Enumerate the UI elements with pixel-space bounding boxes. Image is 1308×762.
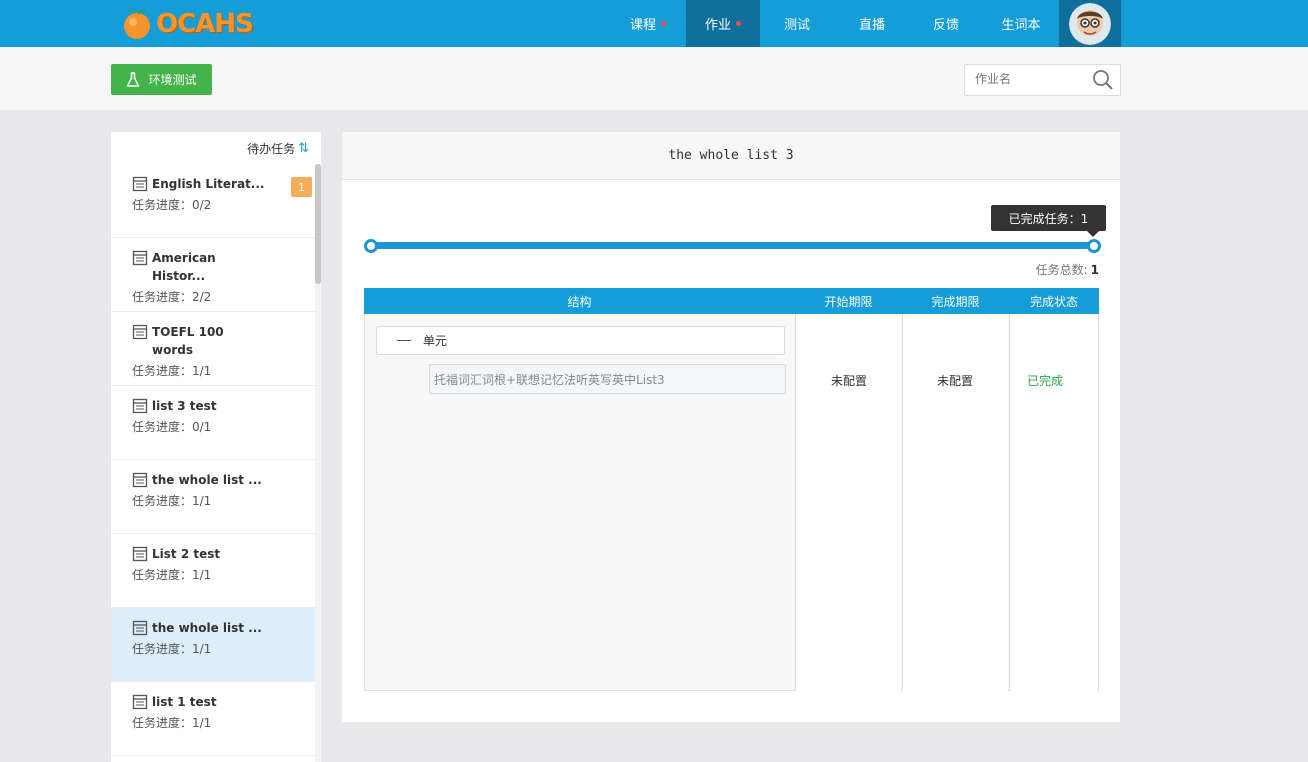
- task-progress: 任务进度：0/1: [132, 420, 212, 434]
- task-item[interactable]: List 2 test 任务进度：1/1: [111, 534, 315, 608]
- task-title: English Literat...: [152, 177, 265, 191]
- search-box: [964, 64, 1121, 96]
- homework-search-input[interactable]: [965, 65, 1085, 93]
- unit-label: 单元: [423, 334, 448, 348]
- nav-item-vocabulary[interactable]: 生词本: [984, 0, 1058, 47]
- lesson-label: 托福词汇词根+联想记忆法听英写英中List3: [434, 372, 665, 387]
- logo-text: OCAHS: [156, 9, 254, 39]
- completion-status-value: 已完成: [1027, 374, 1064, 388]
- task-title: list 1 test: [152, 695, 217, 709]
- nav-item-course[interactable]: 课程: [611, 0, 685, 47]
- document-icon: [132, 176, 148, 192]
- sort-icon: ⇅: [298, 141, 309, 156]
- total-task-label: 任务总数:: [1035, 263, 1088, 277]
- task-progress: 任务进度：0/2: [132, 198, 212, 212]
- task-progress: 任务进度：1/1: [132, 568, 212, 582]
- sidebar-scrollbar[interactable]: [315, 164, 321, 762]
- task-progress: 任务进度：1/1: [132, 716, 212, 730]
- nav-item-label: 课程: [629, 18, 656, 33]
- avatar[interactable]: [1069, 2, 1111, 45]
- task-title: TOEFL 100 words: [152, 325, 224, 357]
- document-icon: [132, 694, 148, 710]
- orange-logo-icon: [124, 9, 150, 39]
- end-deadline-value: 未配置: [937, 374, 974, 388]
- flask-icon: [127, 71, 140, 87]
- notification-dot: [661, 21, 666, 26]
- environment-test-button[interactable]: 环境测试: [111, 64, 212, 95]
- task-progress: 任务进度：1/1: [132, 494, 212, 508]
- completed-tasks-tooltip: 已完成任务：1: [991, 205, 1106, 237]
- structure-table: 结构 开始期限 完成期限 完成状态 单元 托福词汇词根+联想记忆法听英写英中Li…: [364, 288, 1099, 691]
- nav-item-live[interactable]: 直播: [835, 0, 909, 47]
- progress-fill: [370, 242, 1094, 249]
- homework-title: the whole list 3: [342, 132, 1120, 180]
- task-progress: 任务进度：1/1: [132, 642, 212, 656]
- toolbar: 环境测试: [0, 47, 1308, 110]
- environment-test-label: 环境测试: [148, 73, 197, 87]
- document-icon: [132, 546, 148, 562]
- document-icon: [132, 472, 148, 488]
- task-title: the whole list ...: [152, 621, 262, 635]
- status-column: [1010, 314, 1098, 691]
- nav-item-feedback[interactable]: 反馈: [909, 0, 983, 47]
- pending-tasks-sort[interactable]: 待办任务 ⇅: [247, 140, 309, 157]
- column-divider: [795, 314, 796, 691]
- top-navbar: OCAHS 课程 作业 测试 直播 反馈 生词本: [0, 0, 1308, 47]
- start-column: [796, 314, 901, 691]
- task-list: English Literat... 任务进度：0/2 1 American H…: [111, 164, 315, 756]
- document-icon: [132, 620, 148, 636]
- nav-item-label: 作业: [704, 18, 731, 33]
- document-icon: [132, 250, 148, 266]
- task-title: American Histor...: [152, 251, 216, 283]
- nav-item-label: 反馈: [932, 18, 959, 33]
- header-structure: 结构: [567, 294, 592, 309]
- task-title: List 2 test: [152, 547, 221, 561]
- task-title: list 3 test: [152, 399, 217, 413]
- column-divider: [902, 314, 903, 691]
- task-item[interactable]: list 1 test 任务进度：1/1: [111, 682, 315, 756]
- task-item[interactable]: the whole list ... 任务进度：1/1: [111, 460, 315, 534]
- document-icon: [132, 398, 148, 414]
- homework-detail-panel: the whole list 3 已完成任务：1 任务总数: 1 结构 开始期限 …: [342, 132, 1120, 722]
- logo[interactable]: OCAHS: [120, 6, 254, 42]
- header-completion-status: 完成状态: [1029, 294, 1078, 309]
- nav-item-label: 生词本: [1001, 18, 1041, 33]
- notification-dot: [736, 21, 741, 26]
- progress-end-knob: [1087, 239, 1101, 253]
- task-count-badge: 1: [291, 177, 312, 197]
- nav-item-homework[interactable]: 作业: [686, 0, 760, 47]
- header-start-deadline: 开始期限: [824, 294, 873, 309]
- scrollbar-thumb[interactable]: [315, 164, 321, 284]
- task-progress: 任务进度：2/2: [132, 290, 212, 304]
- total-task-value: 1: [1090, 263, 1099, 277]
- end-column: [903, 314, 1008, 691]
- task-item-selected[interactable]: the whole list ... 任务进度：1/1: [111, 608, 315, 682]
- column-divider: [1009, 314, 1010, 691]
- nav-item-label: 测试: [783, 18, 810, 33]
- task-item[interactable]: list 3 test 任务进度：0/1: [111, 386, 315, 460]
- unit-row[interactable]: 单元: [376, 326, 785, 355]
- total-task-count: 任务总数: 1: [1036, 261, 1099, 278]
- nav-item-label: 直播: [858, 18, 885, 33]
- task-item[interactable]: TOEFL 100 words 任务进度：1/1: [111, 312, 315, 386]
- progress-start-knob: [364, 239, 378, 253]
- collapse-minus-icon[interactable]: [397, 340, 411, 341]
- nav-item-test[interactable]: 测试: [760, 0, 834, 47]
- table-header: 结构 开始期限 完成期限 完成状态: [364, 288, 1099, 314]
- task-item[interactable]: American Histor... 任务进度：2/2: [111, 238, 315, 312]
- task-sidebar: 待办任务 ⇅ English Literat... 任务进度：0/2 1 Ame…: [111, 132, 321, 762]
- task-item[interactable]: English Literat... 任务进度：0/2 1: [111, 164, 315, 238]
- task-title: the whole list ...: [152, 473, 262, 487]
- search-icon[interactable]: [1092, 69, 1114, 91]
- lesson-row[interactable]: 托福词汇词根+联想记忆法听英写英中List3: [429, 364, 786, 394]
- user-menu[interactable]: [1059, 0, 1121, 47]
- document-icon: [132, 324, 148, 340]
- pending-tasks-label: 待办任务: [247, 142, 296, 156]
- start-deadline-value: 未配置: [831, 374, 868, 388]
- header-end-deadline: 完成期限: [931, 294, 980, 309]
- task-progress: 任务进度：1/1: [132, 364, 212, 378]
- task-progress-bar: [370, 242, 1094, 249]
